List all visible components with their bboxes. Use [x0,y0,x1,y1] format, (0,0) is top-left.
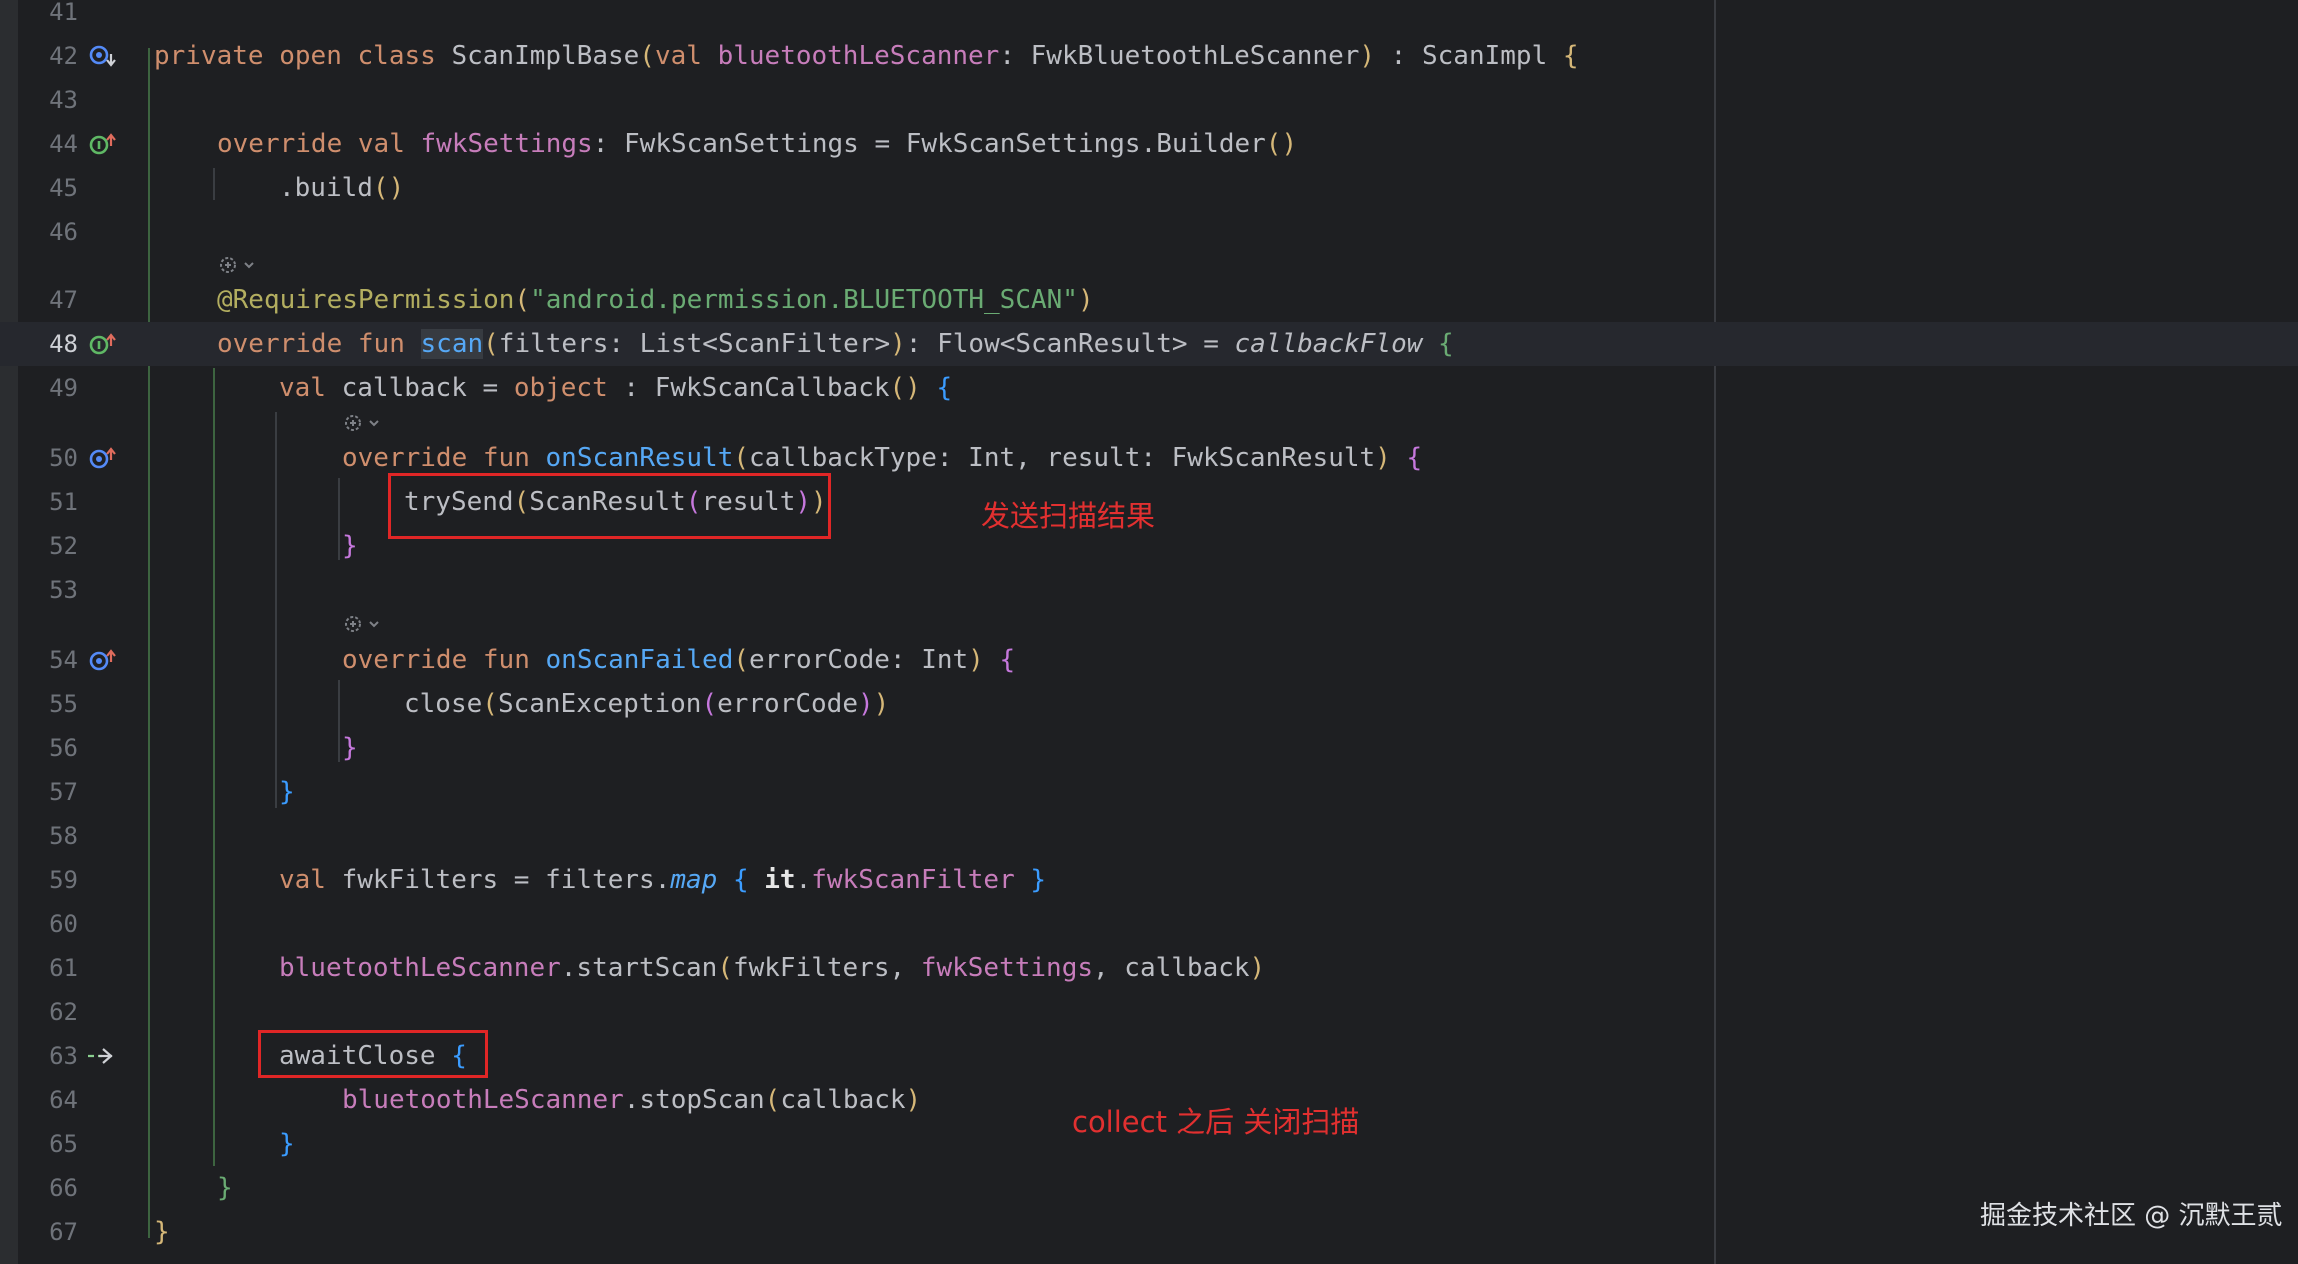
code-line[interactable]: 66 } [0,1166,2298,1210]
code-line[interactable]: 49 val callback = object : FwkScanCallba… [0,366,2298,410]
line-number: 58 [49,822,78,850]
line-number: 61 [49,954,78,982]
overrides-icon[interactable] [86,638,120,682]
code-line[interactable]: 41 [0,0,2298,34]
code-line[interactable]: 61 bluetoothLeScanner.startScan(fwkFilte… [0,946,2298,990]
code-line[interactable]: 59 val fwkFilters = filters.map { it.fwk… [0,858,2298,902]
line-number: 60 [49,910,78,938]
line-number: 64 [49,1086,78,1114]
code-line[interactable]: 55 close(ScanException(errorCode)) [0,682,2298,726]
current-code-line[interactable]: 48 override fun scan(filters: List<ScanF… [0,322,2298,366]
code-line[interactable]: 45 .build() [0,166,2298,210]
code-text: } [279,1129,295,1159]
code-line[interactable]: 57 } [0,770,2298,814]
code-line[interactable]: 60 [0,902,2298,946]
code-line[interactable]: 46 [0,210,2298,254]
code-text: } [342,531,358,561]
line-number: 65 [49,1130,78,1158]
line-number: 56 [49,734,78,762]
line-number: 59 [49,866,78,894]
line-number: 44 [49,130,78,158]
code-line[interactable]: 54 override fun onScanFailed(errorCode: … [0,638,2298,682]
code-line[interactable]: 67 } [0,1210,2298,1254]
line-number: 49 [49,374,78,402]
code-line[interactable]: 53 [0,568,2298,612]
code-text: private open class ScanImplBase(val blue… [154,41,1579,71]
code-text: } [217,1173,233,1203]
code-text: val callback = object : FwkScanCallback(… [279,373,953,403]
code-line[interactable]: 42 private open class ScanImplBase(val b… [0,34,2298,78]
line-number: 42 [49,42,78,70]
code-line[interactable]: 43 [0,78,2298,122]
line-number: 57 [49,778,78,806]
code-line[interactable]: 44 override val fwkSettings: FwkScanSett… [0,122,2298,166]
line-number: 67 [49,1218,78,1246]
code-text: override fun scan(filters: List<ScanFilt… [217,329,1454,359]
code-text: } [154,1217,170,1247]
code-text: } [279,777,295,807]
code-text: override val fwkSettings: FwkScanSetting… [217,129,1298,159]
code-text: .build() [279,173,405,203]
line-number: 51 [49,488,78,516]
code-text: close(ScanException(errorCode)) [404,689,890,719]
line-number: 66 [49,1174,78,1202]
line-number: 46 [49,218,78,246]
line-number: 50 [49,444,78,472]
implements-icon[interactable] [86,122,120,166]
code-text: val fwkFilters = filters.map { it.fwkSca… [279,865,1047,895]
code-text: bluetoothLeScanner.stopScan(callback) [342,1085,922,1115]
highlight-box-trysend [388,473,831,539]
code-vision-icon[interactable] [341,609,385,639]
watermark: 掘金技术社区 @ 沉默王贰 [1980,1201,2283,1231]
line-number: 47 [49,286,78,314]
code-vision-icon[interactable] [341,408,385,438]
suspend-call-icon[interactable] [86,1034,120,1078]
overrides-icon[interactable] [86,436,120,480]
implements-icon[interactable] [86,322,120,366]
code-editor[interactable]: 41 42 private open class ScanImplBase(va… [0,0,2298,1264]
code-line[interactable]: 62 [0,990,2298,1034]
code-text: @RequiresPermission("android.permission.… [217,285,1094,315]
code-text: bluetoothLeScanner.startScan(fwkFilters,… [279,953,1266,983]
line-number: 54 [49,646,78,674]
code-text: } [342,733,358,763]
implemented-by-icon[interactable] [86,34,120,78]
line-number: 62 [49,998,78,1026]
code-line[interactable]: 47 @RequiresPermission("android.permissi… [0,278,2298,322]
annotation-close-after-collect: collect 之后 关闭扫描 [1072,1105,1360,1139]
line-number: 45 [49,174,78,202]
line-number: 52 [49,532,78,560]
code-line[interactable]: 56 } [0,726,2298,770]
code-line[interactable]: 58 [0,814,2298,858]
line-number: 55 [49,690,78,718]
code-vision-icon[interactable] [216,250,260,280]
annotation-send-result: 发送扫描结果 [981,499,1156,533]
code-text: override fun onScanFailed(errorCode: Int… [342,645,1016,675]
line-number: 41 [49,0,78,26]
line-number: 48 [49,330,78,358]
code-line[interactable]: 50 override fun onScanResult(callbackTyp… [0,436,2298,480]
line-number: 63 [49,1042,78,1070]
highlight-box-awaitclose [258,1030,488,1078]
line-number: 43 [49,86,78,114]
line-number: 53 [49,576,78,604]
